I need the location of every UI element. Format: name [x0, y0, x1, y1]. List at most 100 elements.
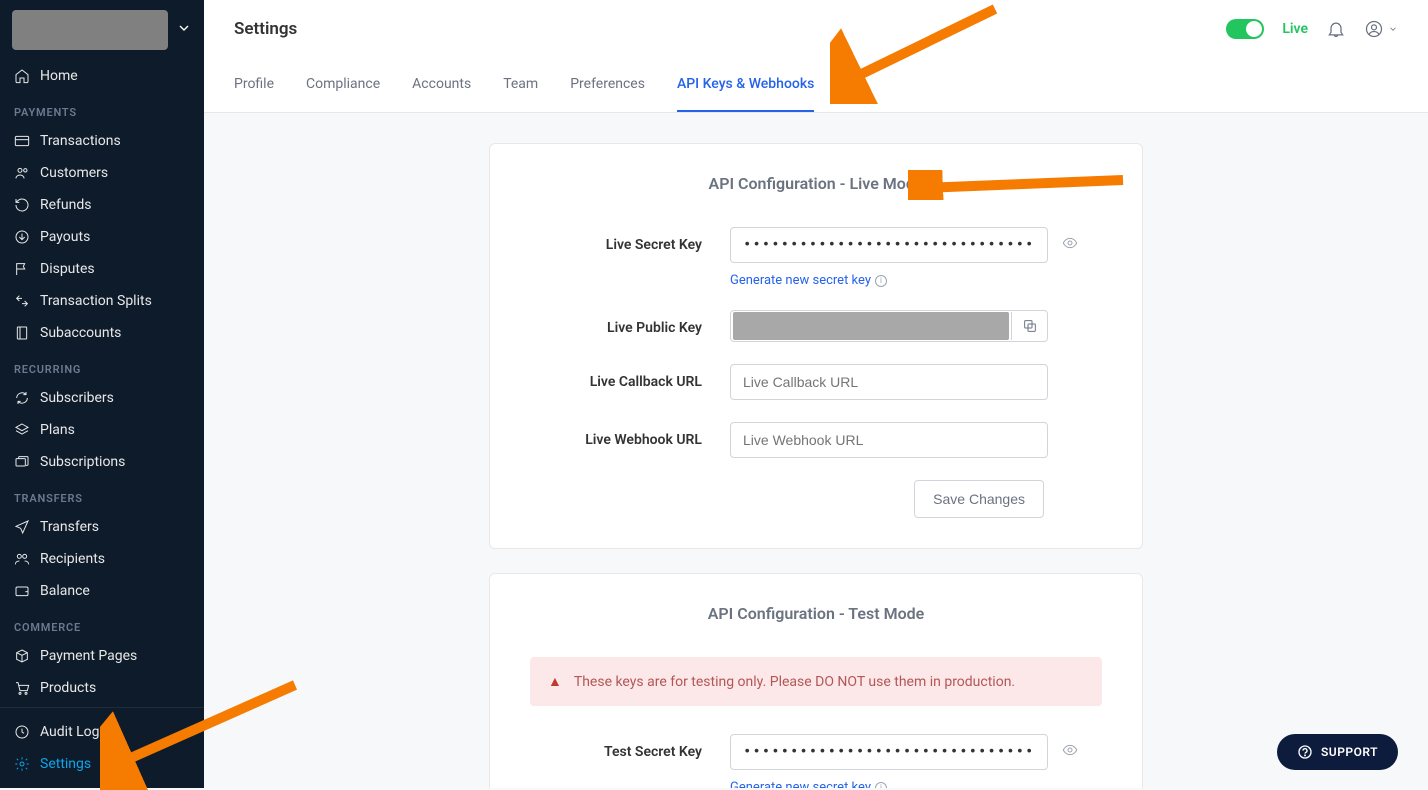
live-webhook-url-input[interactable]	[730, 422, 1048, 458]
flag-icon	[14, 261, 30, 277]
clock-icon	[14, 724, 30, 740]
sidebar-item-subscriptions[interactable]: Subscriptions	[0, 446, 204, 478]
mode-label: Live	[1282, 21, 1308, 37]
live-secret-key-input[interactable]	[730, 227, 1048, 263]
sidebar-item-label: Balance	[40, 583, 90, 599]
support-button[interactable]: SUPPORT	[1277, 734, 1398, 770]
sidebar-item-payouts[interactable]: Payouts	[0, 221, 204, 253]
tab-team[interactable]: Team	[503, 58, 538, 112]
live-callback-label: Live Callback URL	[510, 364, 730, 390]
sidebar-item-disputes[interactable]: Disputes	[0, 253, 204, 285]
sidebar-item-label: Transfers	[40, 519, 99, 535]
sidebar-item-label: Disputes	[40, 261, 95, 277]
sidebar-item-label: Recipients	[40, 551, 105, 567]
gear-icon	[14, 756, 30, 772]
live-secret-label: Live Secret Key	[510, 227, 730, 253]
sidebar-item-refunds[interactable]: Refunds	[0, 189, 204, 221]
users-icon	[14, 165, 30, 181]
account-switcher[interactable]	[0, 0, 204, 60]
generate-test-secret-link[interactable]: Generate new secret key i	[730, 780, 1122, 788]
sidebar-item-payment-pages[interactable]: Payment Pages	[0, 640, 204, 672]
settings-tabs: Profile Compliance Accounts Team Prefere…	[204, 58, 1428, 112]
card-icon	[14, 133, 30, 149]
alert-text: These keys are for testing only. Please …	[574, 674, 1015, 690]
sidebar-item-products[interactable]: Products	[0, 672, 204, 704]
account-logo	[12, 10, 168, 50]
cart-icon	[14, 680, 30, 696]
tab-profile[interactable]: Profile	[234, 58, 274, 112]
layers-icon	[14, 422, 30, 438]
live-card-title: API Configuration - Live Mode	[510, 174, 1122, 193]
live-webhook-label: Live Webhook URL	[510, 422, 730, 448]
test-secret-key-input[interactable]	[730, 734, 1048, 770]
book-icon	[14, 325, 30, 341]
sidebar-item-label: Transaction Splits	[40, 293, 152, 309]
sidebar-item-label: Payment Pages	[40, 648, 137, 664]
generate-live-secret-link[interactable]: Generate new secret key i	[730, 273, 1122, 288]
sidebar-section-transfers: TRANSFERS	[0, 478, 204, 511]
sidebar-item-label: Home	[40, 68, 78, 84]
sidebar-section-payments: PAYMENTS	[0, 92, 204, 125]
sidebar-item-subscribers[interactable]: Subscribers	[0, 382, 204, 414]
copy-live-public-button[interactable]	[1011, 312, 1047, 340]
sidebar: Home PAYMENTS Transactions Customers Ref…	[0, 0, 204, 788]
sidebar-item-label: Subaccounts	[40, 325, 121, 341]
live-api-card: API Configuration - Live Mode Live Secre…	[489, 143, 1143, 549]
sidebar-item-label: Plans	[40, 422, 75, 438]
live-callback-url-input[interactable]	[730, 364, 1048, 400]
send-icon	[14, 519, 30, 535]
sidebar-item-settings[interactable]: Settings	[0, 748, 204, 780]
save-changes-button[interactable]: Save Changes	[914, 480, 1044, 518]
refresh-icon	[14, 390, 30, 406]
test-secret-label: Test Secret Key	[510, 734, 730, 760]
info-icon: i	[875, 782, 887, 789]
sidebar-item-transactions[interactable]: Transactions	[0, 125, 204, 157]
info-icon: i	[875, 275, 887, 287]
undo-icon	[14, 197, 30, 213]
people-icon	[14, 551, 30, 567]
tab-accounts[interactable]: Accounts	[412, 58, 471, 112]
reveal-live-secret-button[interactable]	[1062, 235, 1078, 255]
home-icon	[14, 68, 30, 84]
sidebar-item-audit-logs[interactable]: Audit Logs	[0, 716, 204, 748]
live-mode-toggle[interactable]	[1226, 19, 1264, 39]
sidebar-item-transfers[interactable]: Transfers	[0, 511, 204, 543]
sidebar-section-commerce: COMMERCE	[0, 607, 204, 640]
warning-icon: ▲	[548, 673, 562, 690]
test-api-card: API Configuration - Test Mode ▲ These ke…	[489, 573, 1143, 788]
sidebar-item-label: Products	[40, 680, 96, 696]
tab-preferences[interactable]: Preferences	[570, 58, 645, 112]
sidebar-item-home[interactable]: Home	[0, 60, 204, 92]
page-title: Settings	[234, 19, 297, 39]
profile-menu[interactable]	[1364, 19, 1398, 39]
tab-api-keys-webhooks[interactable]: API Keys & Webhooks	[677, 58, 814, 112]
sidebar-item-label: Payouts	[40, 229, 90, 245]
wallet-icon	[14, 583, 30, 599]
user-circle-icon	[1364, 19, 1384, 39]
chevron-down-icon	[176, 20, 192, 40]
sidebar-item-subaccounts[interactable]: Subaccounts	[0, 317, 204, 349]
sidebar-section-recurring: RECURRING	[0, 349, 204, 382]
sidebar-item-transaction-splits[interactable]: Transaction Splits	[0, 285, 204, 317]
tab-compliance[interactable]: Compliance	[306, 58, 380, 112]
bell-icon[interactable]	[1326, 19, 1346, 39]
sidebar-item-label: Refunds	[40, 197, 92, 213]
live-public-key-input[interactable]	[730, 310, 1048, 342]
live-public-label: Live Public Key	[510, 310, 730, 336]
sidebar-item-recipients[interactable]: Recipients	[0, 543, 204, 575]
redacted-value	[733, 312, 1009, 340]
split-icon	[14, 293, 30, 309]
test-card-title: API Configuration - Test Mode	[510, 604, 1122, 623]
sidebar-item-label: Audit Logs	[40, 724, 107, 740]
sidebar-item-label: Customers	[40, 165, 108, 181]
sidebar-item-customers[interactable]: Customers	[0, 157, 204, 189]
sidebar-item-balance[interactable]: Balance	[0, 575, 204, 607]
cards-icon	[14, 454, 30, 470]
sidebar-item-label: Subscriptions	[40, 454, 125, 470]
sidebar-item-plans[interactable]: Plans	[0, 414, 204, 446]
sidebar-item-label: Transactions	[40, 133, 121, 149]
package-icon	[14, 648, 30, 664]
reveal-test-secret-button[interactable]	[1062, 742, 1078, 762]
sidebar-item-label: Settings	[40, 756, 91, 772]
caret-down-icon	[1388, 24, 1398, 34]
